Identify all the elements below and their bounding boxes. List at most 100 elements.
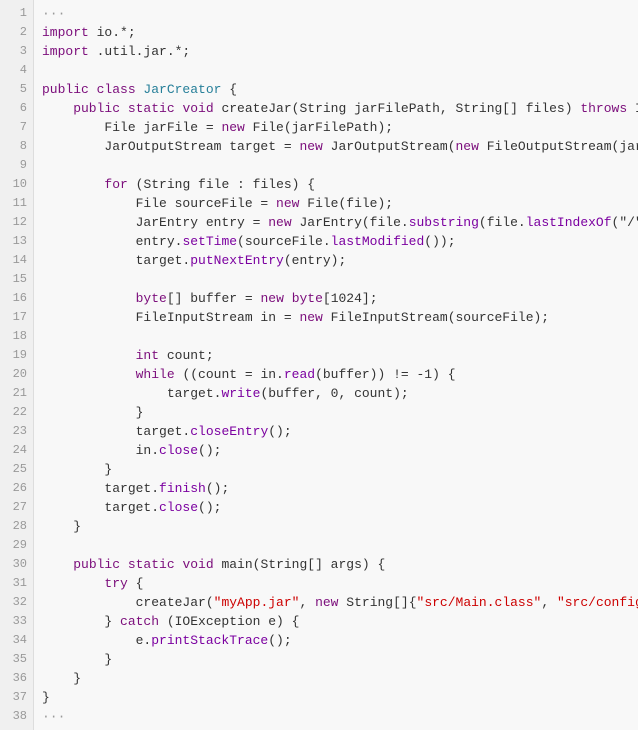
code-line: byte[] buffer = new byte[1024]; <box>42 289 630 308</box>
token: "myApp.jar" <box>214 595 300 610</box>
token: target. <box>42 253 190 268</box>
token: File(file); <box>307 196 393 211</box>
line-number: 32 <box>0 593 33 612</box>
token: finish <box>159 481 206 496</box>
line-number: 13 <box>0 232 33 251</box>
token: void <box>182 101 221 116</box>
token: (String jarFilePath, String[] files) <box>292 101 581 116</box>
token <box>42 557 73 572</box>
token: FileOutputStream(jarFile)); <box>487 139 638 154</box>
token: try <box>104 576 135 591</box>
token: } <box>42 690 50 705</box>
line-number: 9 <box>0 156 33 175</box>
token: JarEntry entry = <box>42 215 268 230</box>
code-line: try { <box>42 574 630 593</box>
token: } <box>42 614 120 629</box>
line-number: 24 <box>0 441 33 460</box>
token: while <box>136 367 183 382</box>
token: FileInputStream(sourceFile); <box>331 310 549 325</box>
token: substring <box>409 215 479 230</box>
token: (buffer, 0, count); <box>260 386 408 401</box>
line-number: 2 <box>0 23 33 42</box>
line-number: 26 <box>0 479 33 498</box>
token: ()); <box>424 234 455 249</box>
token: public <box>42 82 97 97</box>
token: (String[] args) { <box>253 557 386 572</box>
token: JarOutputStream target = <box>42 139 299 154</box>
token: "src/Main.class" <box>417 595 542 610</box>
token: (); <box>268 424 291 439</box>
token: .util.jar.*; <box>97 44 191 59</box>
token: JarOutputStream( <box>331 139 456 154</box>
token: class <box>97 82 144 97</box>
token: , <box>299 595 315 610</box>
line-number: 27 <box>0 498 33 517</box>
line-number: 23 <box>0 422 33 441</box>
token: } <box>42 519 81 534</box>
code-line: while ((count = in.read(buffer)) != -1) … <box>42 365 630 384</box>
code-line <box>42 61 630 80</box>
token: new <box>456 139 487 154</box>
line-number: 29 <box>0 536 33 555</box>
line-number: 10 <box>0 175 33 194</box>
line-number: 38 <box>0 707 33 726</box>
token: static <box>128 101 183 116</box>
token: createJar( <box>42 595 214 610</box>
token: in. <box>42 443 159 458</box>
code-line: import io.*; <box>42 23 630 42</box>
token: import <box>42 44 97 59</box>
line-number: 15 <box>0 270 33 289</box>
line-number: 18 <box>0 327 33 346</box>
code-line <box>42 270 630 289</box>
line-number: 30 <box>0 555 33 574</box>
token: target. <box>42 424 190 439</box>
token: main <box>221 557 252 572</box>
token: FileInputStream in = <box>42 310 299 325</box>
token: String[]{ <box>346 595 416 610</box>
line-number: 5 <box>0 80 33 99</box>
token: public <box>73 557 128 572</box>
line-number: 21 <box>0 384 33 403</box>
token: ; <box>128 25 136 40</box>
token: { <box>136 576 144 591</box>
code-line: target.putNextEntry(entry); <box>42 251 630 270</box>
line-number: 35 <box>0 650 33 669</box>
token <box>42 291 136 306</box>
line-number: 3 <box>0 42 33 61</box>
line-number: 28 <box>0 517 33 536</box>
token: new <box>268 215 299 230</box>
code-line: } <box>42 688 630 707</box>
line-number: 7 <box>0 118 33 137</box>
code-line <box>42 536 630 555</box>
token: JarEntry(file. <box>299 215 408 230</box>
token: [1024]; <box>323 291 378 306</box>
line-number: 6 <box>0 99 33 118</box>
token: (); <box>206 481 229 496</box>
line-number: 4 <box>0 61 33 80</box>
token: (entry); <box>284 253 346 268</box>
line-number-gutter: 1234567891011121314151617181920212223242… <box>0 0 34 730</box>
line-number: 22 <box>0 403 33 422</box>
code-line: int count; <box>42 346 630 365</box>
token: target. <box>42 386 221 401</box>
token: File sourceFile = <box>42 196 276 211</box>
code-line: entry.setTime(sourceFile.lastModified())… <box>42 232 630 251</box>
token: public <box>42 101 128 116</box>
token: new <box>299 139 330 154</box>
line-number: 17 <box>0 308 33 327</box>
line-number: 20 <box>0 365 33 384</box>
code-line <box>42 156 630 175</box>
token: catch <box>120 614 167 629</box>
token: count; <box>167 348 214 363</box>
code-line: target.write(buffer, 0, count); <box>42 384 630 403</box>
token: createJar <box>221 101 291 116</box>
token: [] buffer = <box>167 291 261 306</box>
code-body: ···import io.*;import .util.jar.*;public… <box>34 0 638 730</box>
token: , <box>541 595 557 610</box>
code-line: import .util.jar.*; <box>42 42 630 61</box>
code-line: } <box>42 460 630 479</box>
token: ··· <box>42 6 65 21</box>
code-line: ··· <box>42 707 630 726</box>
token: } <box>42 405 143 420</box>
token: ··· <box>42 709 65 724</box>
